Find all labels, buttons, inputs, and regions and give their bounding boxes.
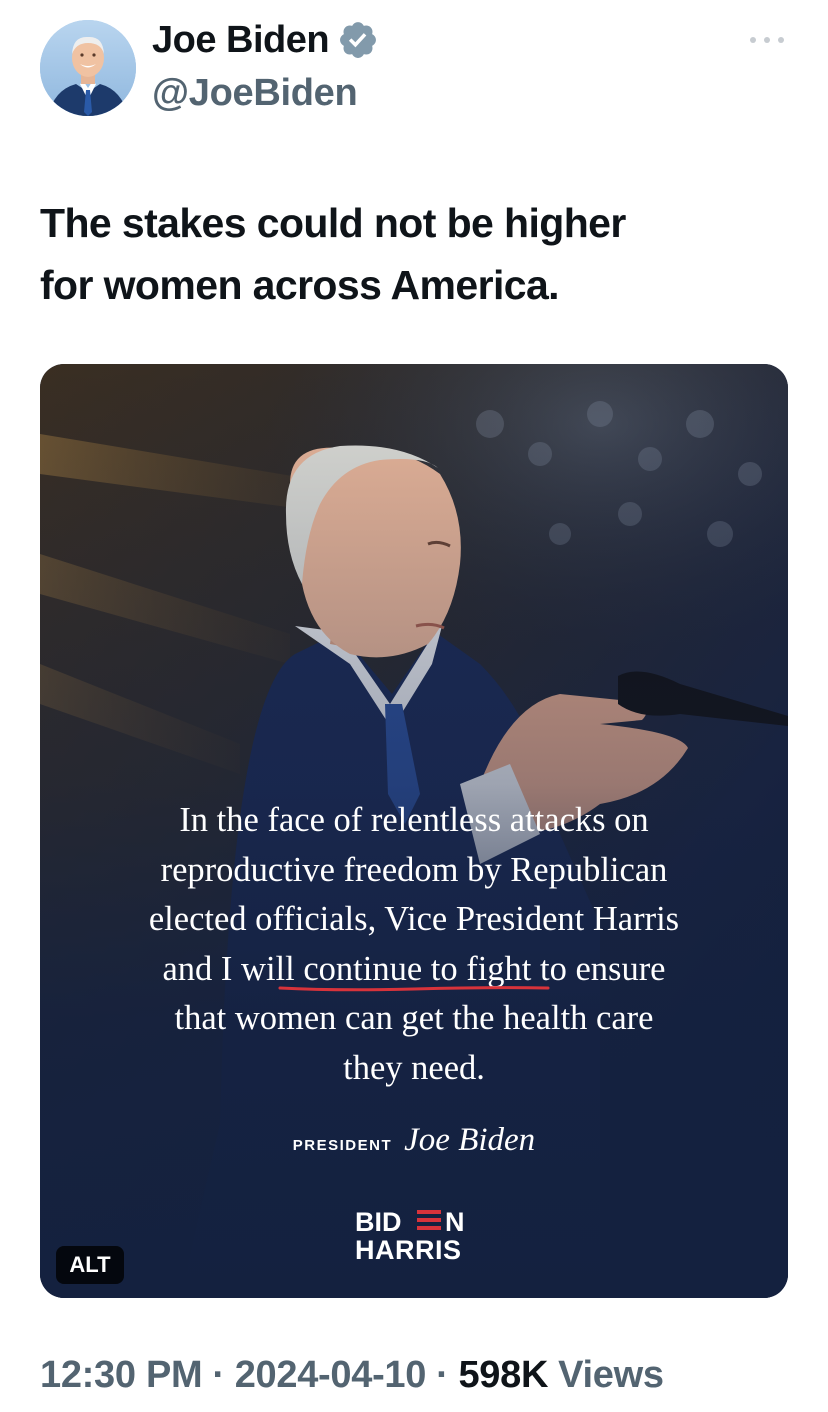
verified-badge-icon[interactable] <box>337 19 379 61</box>
signature: PRESIDENT Joe Biden <box>40 1122 788 1159</box>
alt-text-badge[interactable]: ALT <box>56 1246 124 1284</box>
author-avatar[interactable] <box>40 20 136 116</box>
biden-harris-logo: BID N HARRIS <box>355 1207 465 1261</box>
quote-line: they need. <box>343 1048 485 1087</box>
tweet-time[interactable]: 12:30 PM <box>40 1354 203 1397</box>
views-label: Views <box>558 1353 664 1396</box>
quote-line: elected officials, Vice President Harris <box>148 900 680 938</box>
tweet-text-line: for women across America. <box>40 262 560 308</box>
tweet-date[interactable]: 2024-04-10 <box>235 1354 427 1397</box>
signature-title: PRESIDENT <box>292 1137 393 1154</box>
svg-text:N: N <box>445 1207 465 1237</box>
quote-line: that women can get the health care <box>174 999 654 1037</box>
quote-line: In the face of relentless attacks on <box>179 801 649 839</box>
quote-line: reproductive freedom by Republican <box>160 850 668 889</box>
svg-text:BID: BID <box>355 1207 402 1237</box>
tweet-text-line: The stakes could not be higher <box>40 200 626 246</box>
views-count: 598K <box>458 1353 549 1396</box>
author-name-row: Joe Biden <box>152 14 379 66</box>
meta-separator: · <box>436 1353 449 1396</box>
more-dot <box>778 37 784 43</box>
more-dot <box>764 37 770 43</box>
svg-text:HARRIS: HARRIS <box>355 1235 462 1261</box>
tweet-header: Joe Biden @JoeBiden <box>0 0 828 140</box>
author-display-name[interactable]: Joe Biden <box>152 19 330 62</box>
quote-text: In the face of relentless attacks on rep… <box>40 796 788 1093</box>
quote-underline-stroke <box>278 986 550 992</box>
tweet-text: The stakes could not be higher for women… <box>40 192 780 316</box>
tweet-media-image[interactable]: In the face of relentless attacks on rep… <box>40 364 788 1298</box>
more-horizontal-icon[interactable] <box>750 30 784 50</box>
author-handle[interactable]: @JoeBiden <box>152 72 358 115</box>
avatar-photo <box>40 20 136 116</box>
signature-name: Joe Biden <box>404 1122 536 1158</box>
more-dot <box>750 37 756 43</box>
tweet-meta: 12:30 PM · 2024-04-10 · 598K Views <box>40 1352 664 1398</box>
meta-separator: · <box>212 1353 225 1396</box>
